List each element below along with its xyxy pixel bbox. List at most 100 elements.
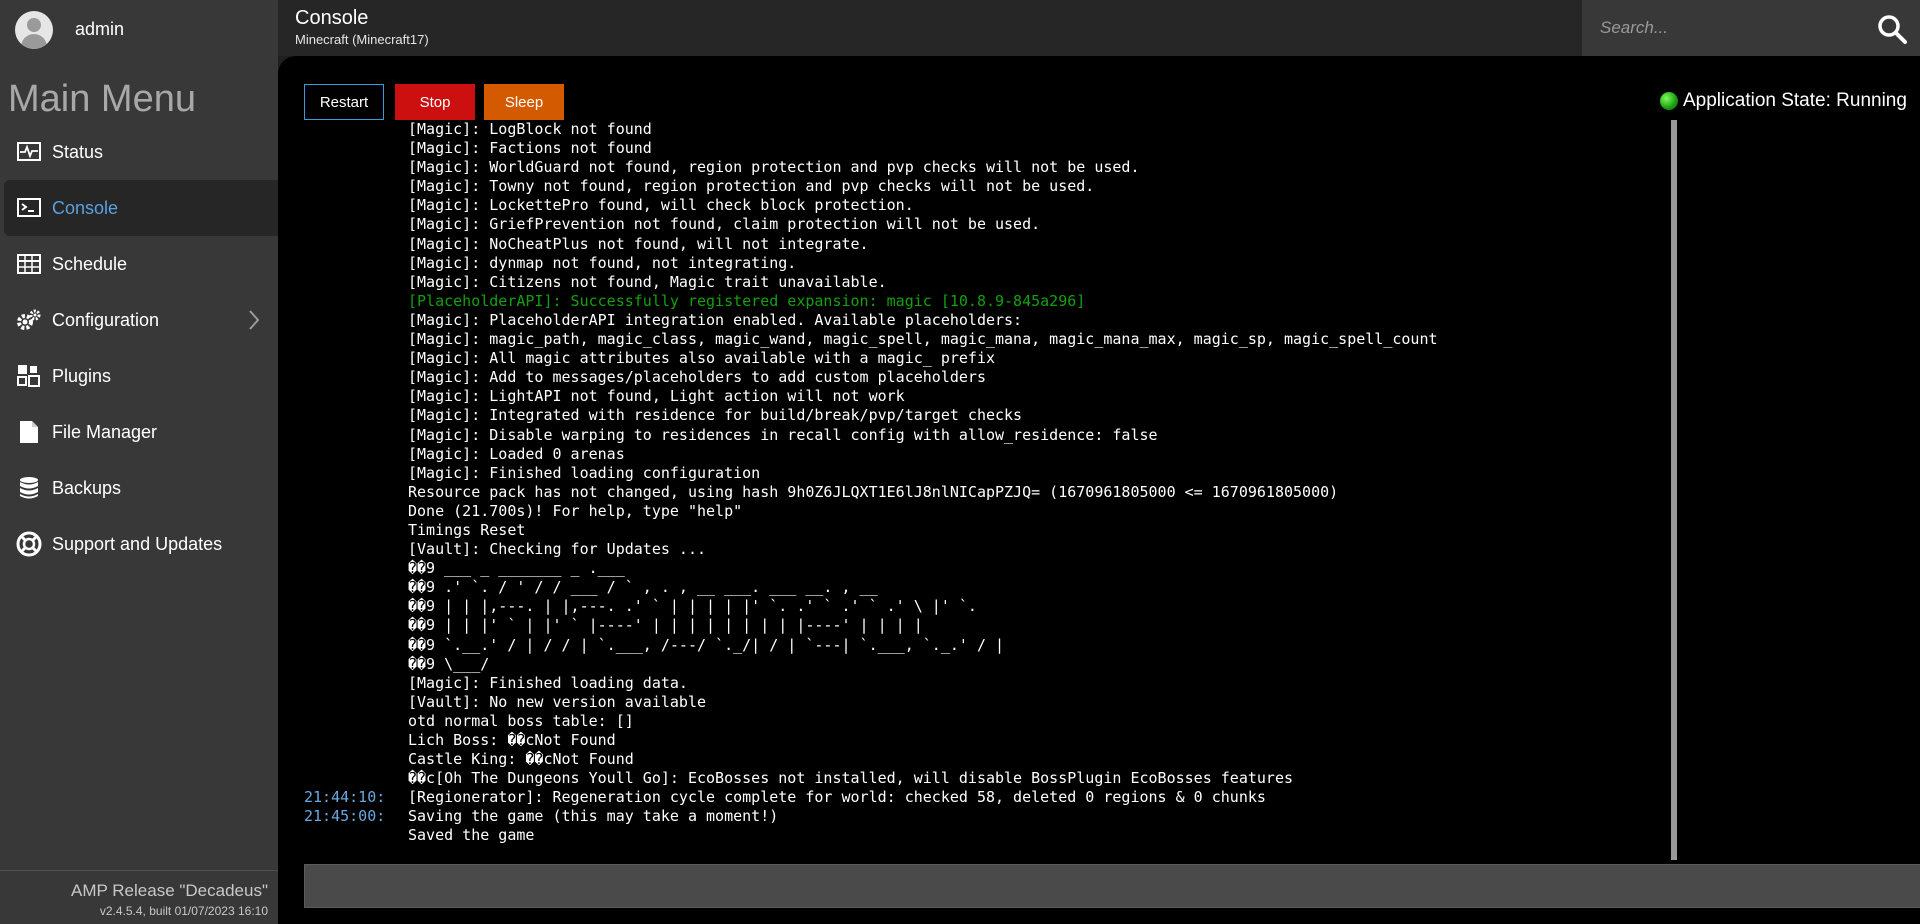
console-scrollbar[interactable]: [1671, 120, 1677, 860]
user-panel[interactable]: admin: [0, 0, 278, 56]
console-message: [Magic]: Add to messages/placeholders to…: [408, 368, 986, 387]
sidebar-item-label: Schedule: [52, 253, 128, 274]
status-icon: [16, 139, 42, 165]
console-line: otd normal boss table: []: [304, 712, 1672, 731]
restart-button[interactable]: Restart: [304, 84, 384, 120]
console-message: ��9 `.__.' / | / / | `.___, /---/ `._/| …: [408, 635, 1005, 654]
lifebuoy-icon: [16, 531, 42, 557]
console-command-input[interactable]: [304, 864, 1920, 908]
sidebar-item-plugins[interactable]: Plugins: [0, 348, 278, 404]
avatar-body-shape: [21, 34, 47, 49]
schedule-icon: [16, 251, 42, 277]
console-message: [Magic]: NoCheatPlus not found, will not…: [408, 234, 869, 253]
console-message: ��9 ___ _ _______ _ .___: [408, 559, 625, 578]
console-message: [Magic]: GriefPrevention not found, clai…: [408, 215, 1041, 234]
sidebar-item-label: File Manager: [52, 421, 158, 442]
console-line: [Magic]: LockettePro found, will check b…: [304, 196, 1672, 215]
console-line: Castle King: ��cNot Found: [304, 750, 1672, 769]
console-message: ��9 \___/: [408, 654, 490, 673]
console-message: [Regionerator]: Regeneration cycle compl…: [408, 788, 1266, 807]
console-line: [Magic]: Factions not found: [304, 139, 1672, 158]
console-message: [Magic]: Citizens not found, Magic trait…: [408, 272, 887, 291]
console-line: Done (21.700s)! For help, type "help": [304, 502, 1672, 521]
search-icon[interactable]: [1876, 13, 1908, 45]
console-message: [PlaceholderAPI]: Successfully registere…: [408, 291, 1086, 310]
console-message: [Vault]: No new version available: [408, 692, 707, 711]
console-message: [Magic]: Factions not found: [408, 139, 652, 158]
console-message: [Vault]: Checking for Updates ...: [408, 540, 707, 559]
console-line: Lich Boss: ��cNot Found: [304, 731, 1672, 750]
sidebar-item-schedule[interactable]: Schedule: [0, 236, 278, 292]
console-message: Castle King: ��cNot Found: [408, 750, 634, 769]
sidebar-item-file-manager[interactable]: File Manager: [0, 404, 278, 460]
console-message: [Magic]: Disable warping to residences i…: [408, 425, 1158, 444]
console-line: ��9 | | |' ` | |' ` |----' | | | | | | |…: [304, 616, 1672, 635]
console-line: [Magic]: Towny not found, region protect…: [304, 177, 1672, 196]
console-message: ��9 .' `. / ' / / ___ / ` , . , __ ___. …: [408, 578, 878, 597]
avatar[interactable]: [15, 11, 53, 49]
sidebar-item-label: Status: [52, 141, 104, 162]
console-message: [Magic]: Integrated with residence for b…: [408, 406, 1023, 425]
avatar-head-shape: [27, 18, 41, 32]
sidebar-item-support-and-updates[interactable]: Support and Updates: [0, 516, 278, 572]
sidebar-item-configuration[interactable]: Configuration: [0, 292, 278, 348]
console-message: [Magic]: Finished loading data.: [408, 673, 688, 692]
console-message: [Magic]: LogBlock not found: [408, 120, 652, 138]
status-indicator-icon: [1660, 92, 1678, 110]
stop-button[interactable]: Stop: [395, 84, 475, 120]
console-icon: [16, 195, 42, 221]
console-message: [Magic]: WorldGuard not found, region pr…: [408, 158, 1140, 177]
console-message: [Magic]: All magic attributes also avail…: [408, 349, 995, 368]
top-bar: admin Console Minecraft (Minecraft17): [0, 0, 1920, 56]
console-message: [Magic]: PlaceholderAPI integration enab…: [408, 310, 1023, 329]
plugins-icon: [16, 363, 42, 389]
console-output[interactable]: [Magic]: LogBlock not found [Magic]: Fact…: [304, 120, 1672, 858]
release-info: AMP Release "Decadeus" v2.4.5.4, built 0…: [0, 870, 278, 924]
console-line: [Magic]: PlaceholderAPI integration enab…: [304, 311, 1672, 330]
console-line: [Magic]: NoCheatPlus not found, will not…: [304, 235, 1672, 254]
console-message: ��9 | | |,---. | |,---. .' ` | | | | |' …: [408, 597, 977, 616]
page-subtitle: Minecraft (Minecraft17): [295, 32, 429, 47]
console-line: [Magic]: Add to messages/placeholders to…: [304, 368, 1672, 387]
chevron-right-icon[interactable]: [248, 309, 260, 331]
console-message: Done (21.700s)! For help, type "help": [408, 501, 743, 520]
sidebar-item-status[interactable]: Status: [0, 124, 278, 180]
console-line: [Magic]: magic_path, magic_class, magic_…: [304, 330, 1672, 349]
console-line: [Magic]: All magic attributes also avail…: [304, 349, 1672, 368]
console-line: ��9 .' `. / ' / / ___ / ` , . , __ ___. …: [304, 578, 1672, 597]
console-message: Saving the game (this may take a moment!…: [408, 807, 779, 826]
page-header: Console Minecraft (Minecraft17): [278, 0, 1582, 56]
scrollbar-thumb[interactable]: [1671, 120, 1677, 860]
sidebar-item-label: Backups: [52, 477, 122, 498]
console-line: [Magic]: LightAPI not found, Light actio…: [304, 387, 1672, 406]
console-timestamp: 21:45:00:: [304, 807, 386, 826]
console-line: [Magic]: dynmap not found, not integrati…: [304, 254, 1672, 273]
console-message: [Magic]: Towny not found, region protect…: [408, 177, 1095, 196]
console-message: [Magic]: LightAPI not found, Light actio…: [408, 387, 905, 406]
console-line: Saved the game: [304, 826, 1672, 845]
sleep-button[interactable]: Sleep: [484, 84, 564, 120]
sidebar-item-label: Support and Updates: [52, 533, 223, 554]
sidebar-item-backups[interactable]: Backups: [0, 460, 278, 516]
console-line: ��c[Oh The Dungeons Youll Go]: EcoBosses…: [304, 769, 1672, 788]
sidebar: Main Menu Status Console Schedule Config…: [0, 56, 278, 924]
database-icon: [16, 475, 42, 501]
sidebar-item-label: Console: [52, 197, 119, 218]
console-line: ��9 ___ _ _______ _ .___: [304, 559, 1672, 578]
search-input[interactable]: [1600, 12, 1860, 44]
console-message: [Magic]: magic_path, magic_class, magic_…: [408, 330, 1438, 349]
username[interactable]: admin: [75, 19, 124, 40]
console-message: Lich Boss: ��cNot Found: [408, 731, 616, 749]
console-message: [Magic]: Loaded 0 arenas: [408, 444, 625, 463]
console-message: otd normal boss table: []: [408, 711, 634, 730]
console-line: [Magic]: Citizens not found, Magic trait…: [304, 273, 1672, 292]
sidebar-item-console[interactable]: Console: [4, 180, 278, 236]
console-line: [PlaceholderAPI]: Successfully registere…: [304, 292, 1672, 311]
console-message: Resource pack has not changed, using has…: [408, 482, 1339, 501]
console-message: [Magic]: dynmap not found, not integrati…: [408, 253, 797, 272]
console-line: [Magic]: WorldGuard not found, region pr…: [304, 158, 1672, 177]
console-line: 21:45:00: Saving the game (this may take …: [304, 807, 1672, 826]
sidebar-item-label: Configuration: [52, 309, 160, 330]
console-line: [Magic]: LogBlock not found: [304, 120, 1672, 139]
console-message: Timings Reset: [408, 520, 526, 539]
